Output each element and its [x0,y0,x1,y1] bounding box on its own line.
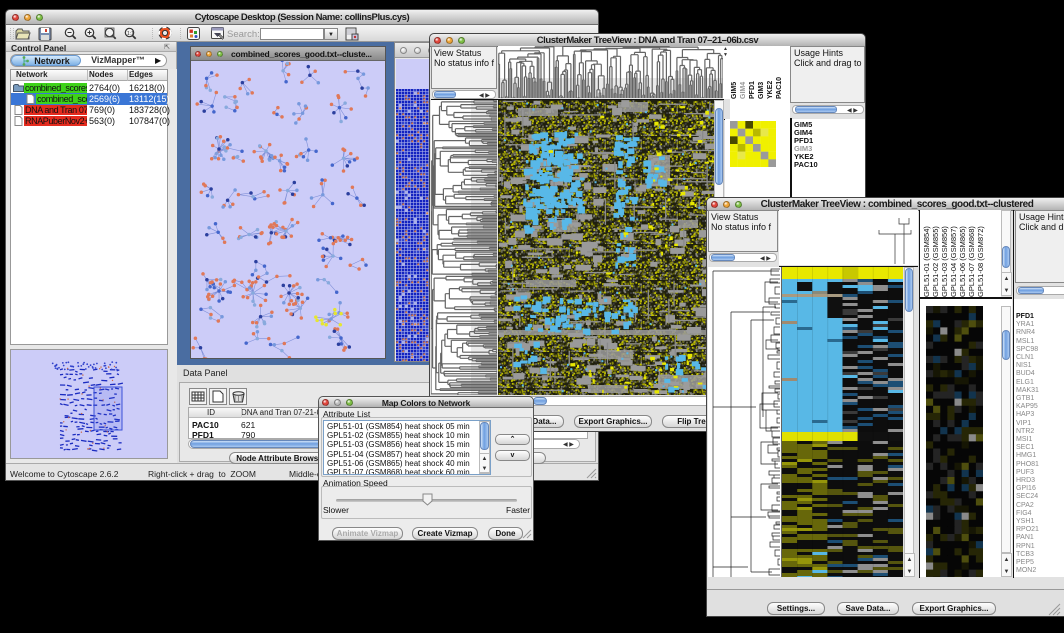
svg-text:1:1: 1:1 [127,31,134,37]
